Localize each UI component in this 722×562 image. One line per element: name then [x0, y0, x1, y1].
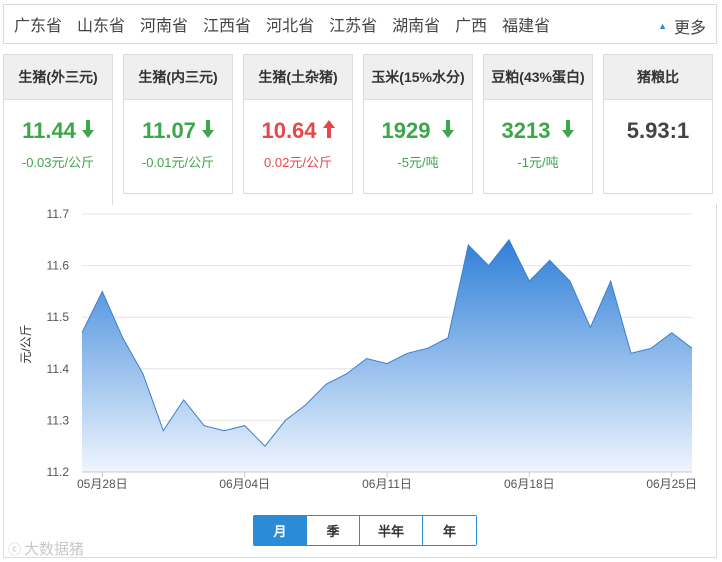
x-tick-label: 06月04日: [219, 477, 270, 491]
x-tick-label: 06月11日: [362, 477, 412, 491]
watermark-logo-icon: ⓒ: [8, 542, 22, 557]
card-change: -0.03元/公斤: [21, 155, 95, 170]
period-year-button[interactable]: 年: [423, 516, 476, 545]
y-tick-label: 11.7: [47, 207, 70, 221]
card-price: 11.44: [22, 118, 76, 143]
x-tick-label: 06月18日: [504, 477, 555, 491]
y-tick-label: 11.2: [47, 465, 70, 479]
y-axis-label: 元/公斤: [19, 324, 33, 363]
x-tick-label: 05月28日: [77, 477, 128, 491]
card-pig-waisanyuan[interactable]: 生猪(外三元) 11.44 -0.03元/公斤: [3, 54, 113, 205]
arrow-down-icon: [81, 119, 94, 143]
y-tick-label: 11.5: [47, 310, 70, 324]
period-halfyear-button[interactable]: 半年: [360, 516, 423, 545]
period-selector: 月 季 半年 年: [253, 515, 477, 546]
period-quarter-button[interactable]: 季: [307, 516, 360, 545]
y-tick-label: 11.3: [47, 413, 70, 427]
x-tick-label: 06月25日: [646, 477, 697, 491]
price-area-series: [82, 239, 692, 472]
card-title: 生猪(外三元): [4, 55, 112, 100]
y-tick-label: 11.6: [47, 259, 70, 273]
y-tick-label: 11.4: [47, 362, 70, 376]
watermark-text: 大数据猪: [24, 541, 85, 558]
period-month-button[interactable]: 月: [254, 516, 307, 545]
watermark: ⓒ 大数据猪: [8, 538, 84, 559]
